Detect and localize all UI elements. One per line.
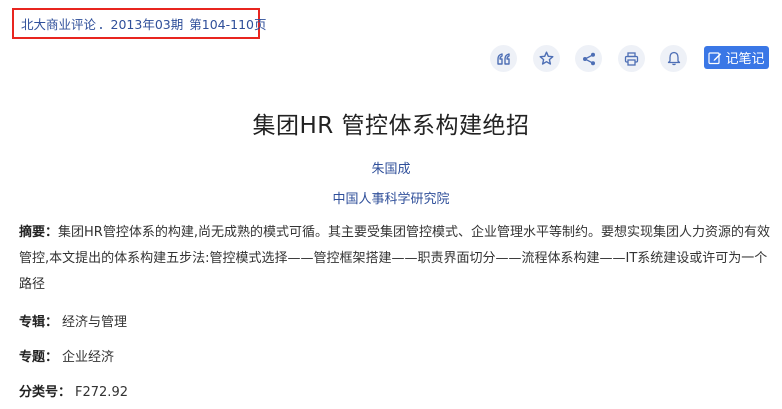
classification-value: F272.92 bbox=[75, 385, 128, 400]
subscribe-button[interactable] bbox=[660, 45, 687, 72]
topic-row: 专题： 企业经济 bbox=[19, 346, 114, 365]
classification-label: 分类号： bbox=[19, 385, 72, 400]
print-icon bbox=[624, 51, 638, 66]
album-value: 经济与管理 bbox=[62, 315, 128, 330]
quote-icon bbox=[496, 52, 510, 65]
share-icon bbox=[582, 52, 595, 65]
bell-icon bbox=[667, 51, 680, 66]
favorite-button[interactable] bbox=[532, 45, 560, 72]
abstract-text: 集团HR管控体系的构建,尚无成熟的模式可循。其主要受集团管控模式、企业管理水平等… bbox=[19, 225, 770, 292]
share-button[interactable] bbox=[575, 45, 602, 72]
album-row: 专辑： 经济与管理 bbox=[19, 311, 127, 330]
source-separator: ． bbox=[98, 17, 111, 32]
article-toolbar bbox=[490, 45, 703, 72]
issue-number[interactable]: 2013年03期 bbox=[111, 17, 184, 32]
print-button[interactable] bbox=[617, 45, 645, 72]
star-icon bbox=[539, 51, 553, 65]
take-note-label: 记笔记 bbox=[725, 52, 765, 67]
author-link[interactable]: 朱国成 bbox=[0, 158, 782, 177]
cite-button[interactable] bbox=[490, 45, 517, 72]
source-highlight-box: 北大商业评论 ．2013年03期 第104-110页 bbox=[12, 8, 266, 39]
take-note-button[interactable]: 记笔记 bbox=[704, 46, 769, 69]
article-title: 集团HR 管控体系构建绝招 bbox=[252, 113, 530, 139]
organization-link[interactable]: 中国人事科学研究院 bbox=[0, 188, 782, 207]
topic-value: 企业经济 bbox=[62, 350, 115, 365]
page-range: 第104-110页 bbox=[189, 17, 267, 32]
topic-label: 专题： bbox=[19, 350, 59, 365]
abstract-block: 摘要：集团HR管控体系的构建,尚无成熟的模式可循。其主要受集团管控模式、企业管理… bbox=[19, 220, 773, 298]
journal-name[interactable]: 北大商业评论 bbox=[21, 17, 96, 32]
edit-note-icon bbox=[708, 51, 722, 64]
classification-row: 分类号： F272.92 bbox=[19, 381, 128, 400]
album-label: 专辑： bbox=[19, 315, 59, 330]
abstract-label: 摘要： bbox=[19, 225, 59, 240]
source-link[interactable]: 北大商业评论 ．2013年03期 第104-110页 bbox=[21, 14, 266, 33]
